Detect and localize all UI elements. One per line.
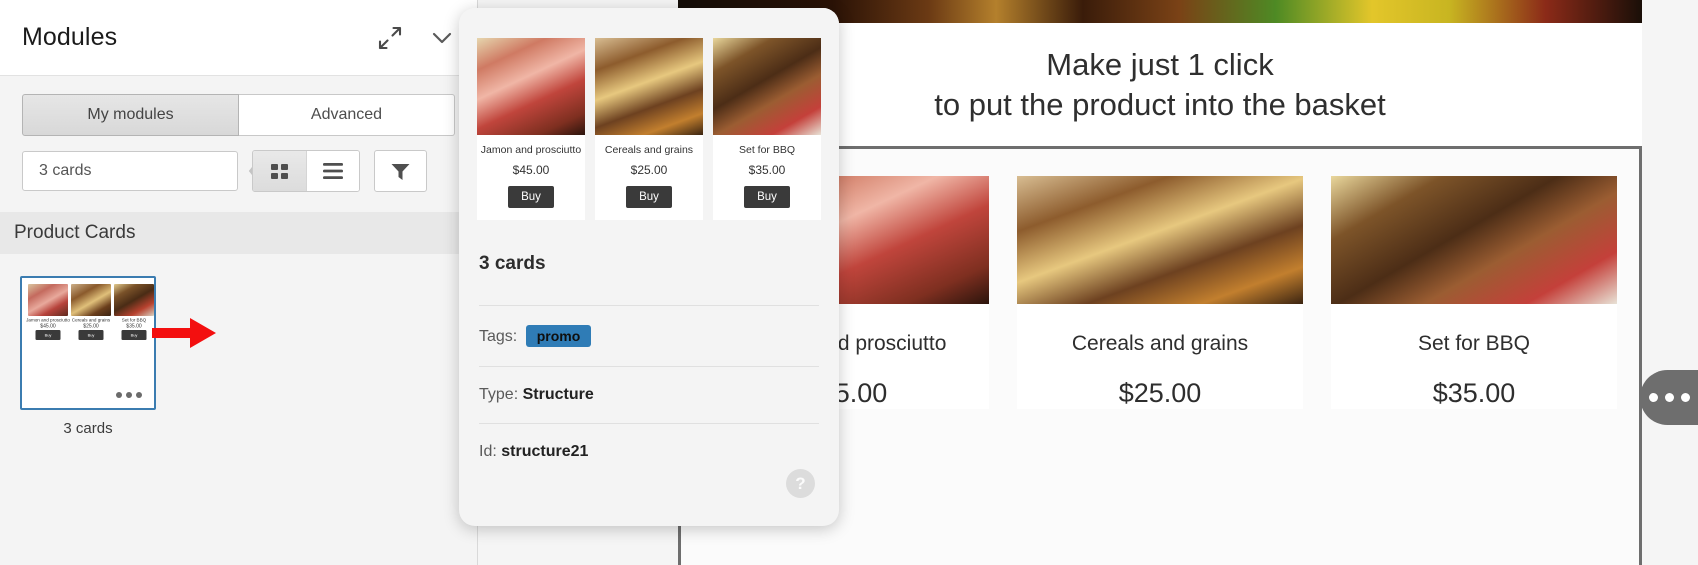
- mini-product-image: [28, 284, 68, 316]
- chevron-down-icon[interactable]: [429, 25, 455, 51]
- tags-label: Tags:: [479, 328, 518, 345]
- header-icon-group: [377, 25, 455, 51]
- preview-product-price: $45.00: [512, 163, 550, 177]
- preview-product-name: Jamon and prosciutto: [480, 144, 582, 156]
- preview-product-price: $25.00: [630, 163, 668, 177]
- preview-product-name: Cereals and grains: [604, 144, 694, 156]
- tab-advanced[interactable]: Advanced: [239, 94, 455, 136]
- search-input[interactable]: [37, 161, 248, 181]
- product-name: Cereals and grains: [1071, 332, 1249, 355]
- view-mode-toggle: [252, 150, 360, 192]
- module-thumbnail-label: 3 cards: [63, 420, 113, 437]
- product-image: [1331, 176, 1617, 304]
- mini-buy-button: Buy: [78, 330, 104, 340]
- thumbnail-mini-cards: Jamon and prosciutto $45.00 Buy Cereals …: [26, 284, 154, 340]
- product-price: $25.00: [1118, 378, 1202, 408]
- module-thumbnail-3-cards[interactable]: Jamon and prosciutto $45.00 Buy Cereals …: [20, 276, 156, 410]
- preview-product-image: [595, 38, 703, 135]
- ellipsis-icon[interactable]: [116, 392, 142, 398]
- buy-button[interactable]: Buy: [626, 186, 672, 208]
- preview-card: Jamon and prosciutto $45.00 Buy: [477, 38, 585, 220]
- module-thumbnail-area: Jamon and prosciutto $45.00 Buy Cereals …: [0, 254, 477, 437]
- preview-card: Set for BBQ $35.00 Buy: [713, 38, 821, 220]
- id-label: Id:: [479, 443, 497, 460]
- funnel-filter-icon[interactable]: [374, 150, 427, 192]
- popup-title: 3 cards: [479, 253, 546, 274]
- modules-panel: Modules My modules Advanced 3 cards Prod…: [0, 0, 478, 565]
- grid-view-icon[interactable]: [253, 151, 306, 191]
- product-card[interactable]: Set for BBQ $35.00: [1331, 176, 1617, 409]
- popup-preview-cards: Jamon and prosciutto $45.00 Buy Cereals …: [459, 8, 839, 234]
- headline-line-1: Make just 1 click: [1046, 46, 1274, 82]
- group-header-product-cards: Product Cards: [0, 212, 477, 254]
- dot: [126, 392, 132, 398]
- dot: [1680, 393, 1690, 402]
- preview-card: Cereals and grains $25.00 Buy: [595, 38, 703, 220]
- dot: [1664, 393, 1674, 402]
- buy-button[interactable]: Buy: [508, 186, 554, 208]
- modules-panel-header: Modules: [0, 0, 477, 76]
- side-panel-ellipsis-icon[interactable]: [1640, 370, 1698, 425]
- id-value: structure21: [501, 443, 589, 460]
- dot: [1648, 393, 1658, 402]
- meta-row-id: Id: structure21: [479, 423, 819, 480]
- expand-arrows-icon[interactable]: [377, 25, 403, 51]
- mini-card: Set for BBQ $35.00 Buy: [114, 284, 154, 340]
- preview-product-name: Set for BBQ: [738, 144, 796, 156]
- preview-product-image: [713, 38, 821, 135]
- preview-product-image: [477, 38, 585, 135]
- product-card[interactable]: Cereals and grains $25.00: [1017, 176, 1303, 409]
- module-detail-popup: Jamon and prosciutto $45.00 Buy Cereals …: [459, 8, 839, 526]
- mini-buy-button: Buy: [35, 330, 61, 340]
- mini-buy-button: Buy: [121, 330, 147, 340]
- modules-tab-bar: My modules Advanced: [0, 76, 477, 136]
- modules-filter-bar: [0, 136, 477, 212]
- search-field[interactable]: [22, 151, 274, 191]
- meta-row-type: Type: Structure: [479, 366, 819, 423]
- red-arrow-annotation: [152, 318, 216, 348]
- type-value: Structure: [522, 386, 594, 403]
- mini-product-image: [114, 284, 154, 316]
- help-question-icon[interactable]: ?: [786, 469, 815, 498]
- dot: [116, 392, 122, 398]
- tab-my-modules[interactable]: My modules: [22, 94, 239, 136]
- headline-line-2: to put the product into the basket: [934, 86, 1386, 122]
- product-image: [1017, 176, 1303, 304]
- dot: [136, 392, 142, 398]
- mini-card: Jamon and prosciutto $45.00 Buy: [26, 284, 70, 340]
- product-name: Set for BBQ: [1417, 332, 1531, 355]
- meta-row-tags: Tags: promo: [479, 305, 819, 366]
- list-view-icon[interactable]: [306, 151, 359, 191]
- mini-product-image: [71, 284, 111, 316]
- type-label: Type:: [479, 386, 519, 403]
- preview-product-price: $35.00: [748, 163, 786, 177]
- mini-card: Cereals and grains $25.00 Buy: [71, 284, 111, 340]
- buy-button[interactable]: Buy: [744, 186, 790, 208]
- product-price: $35.00: [1432, 378, 1516, 408]
- page-title: Modules: [22, 23, 118, 51]
- tag-chip-promo[interactable]: promo: [525, 325, 592, 347]
